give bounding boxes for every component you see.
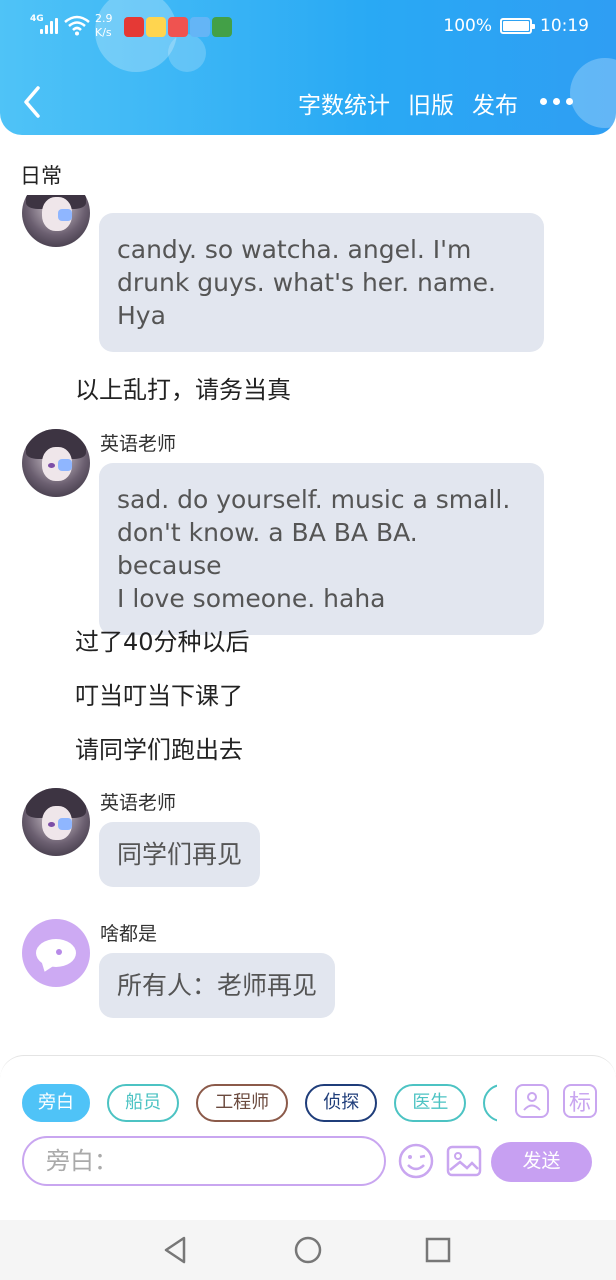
battery-percent: 100% bbox=[443, 16, 492, 36]
decor-bubble bbox=[570, 58, 616, 128]
notification-icons bbox=[124, 17, 232, 37]
avatar[interactable] bbox=[22, 788, 90, 856]
role-chip-crew[interactable]: 船员 bbox=[107, 1084, 180, 1122]
header-actions: 字数统计 旧版 发布 bbox=[298, 86, 518, 120]
role-chip-doctor[interactable]: 医生 bbox=[394, 1084, 467, 1122]
speaker-name: 啥都是 bbox=[100, 923, 158, 945]
narration-line[interactable]: 以上乱打，请务当真 bbox=[75, 370, 291, 405]
app-notification-icon bbox=[124, 17, 144, 37]
nav-home-icon[interactable] bbox=[292, 1234, 324, 1266]
clock: 10:19 bbox=[540, 16, 589, 36]
nav-back-icon[interactable] bbox=[160, 1234, 192, 1266]
message-bubble[interactable]: candy. so watcha. angel. I'm drunk guys.… bbox=[99, 213, 544, 352]
avatar[interactable] bbox=[22, 195, 90, 247]
system-nav-bar bbox=[0, 1220, 616, 1280]
role-selector: 旁白 船员 工程师 侦探 医生 预 bbox=[22, 1084, 497, 1124]
role-chip-narrator[interactable]: 旁白 bbox=[22, 1084, 90, 1122]
word-count-button[interactable]: 字数统计 bbox=[298, 86, 390, 120]
app-notification-icon bbox=[190, 17, 210, 37]
signal-icon bbox=[40, 18, 60, 34]
role-chip-more[interactable]: 预 bbox=[483, 1084, 497, 1122]
message-input[interactable] bbox=[22, 1136, 386, 1186]
app-notification-icon bbox=[168, 17, 188, 37]
image-icon[interactable] bbox=[445, 1142, 483, 1180]
character-manage-button[interactable] bbox=[515, 1084, 549, 1118]
message-bubble[interactable]: sad. do yourself. music a small. don't k… bbox=[99, 463, 544, 635]
emoji-icon[interactable] bbox=[397, 1142, 435, 1180]
status-right: 100% 10:19 bbox=[443, 16, 589, 36]
send-button[interactable]: 发送 bbox=[491, 1142, 592, 1182]
old-version-button[interactable]: 旧版 bbox=[408, 86, 454, 120]
battery-icon bbox=[500, 18, 535, 34]
app-notification-icon bbox=[146, 17, 166, 37]
wifi-icon bbox=[64, 15, 90, 36]
back-arrow-icon[interactable] bbox=[18, 82, 48, 122]
status-bar: 4G 2.9 K/s 100% 10:19 bbox=[0, 0, 616, 56]
input-panel: 旁白 船员 工程师 侦探 医生 预 标 发送 bbox=[0, 1055, 616, 1220]
network-speed: 2.9 K/s bbox=[95, 12, 113, 39]
avatar[interactable] bbox=[22, 429, 90, 497]
section-title: 日常 bbox=[20, 164, 62, 188]
speaker-name: 英语老师 bbox=[100, 792, 177, 814]
publish-button[interactable]: 发布 bbox=[472, 86, 518, 120]
role-chip-engineer[interactable]: 工程师 bbox=[196, 1084, 289, 1122]
message-bubble[interactable]: 所有人：老师再见 bbox=[99, 953, 336, 1018]
narration-line[interactable]: 过了40分种以后 bbox=[75, 622, 250, 657]
narration-line[interactable]: 叮当叮当下课了 bbox=[75, 676, 243, 711]
app-notification-icon bbox=[212, 17, 232, 37]
nav-recents-icon[interactable] bbox=[422, 1234, 454, 1266]
message-bubble[interactable]: 同学们再见 bbox=[99, 822, 261, 887]
more-options-icon[interactable] bbox=[540, 98, 573, 105]
chat-area[interactable]: candy. so watcha. angel. I'm drunk guys.… bbox=[0, 195, 616, 1055]
role-chip-detective[interactable]: 侦探 bbox=[305, 1084, 378, 1122]
app-header: 4G 2.9 K/s 100% 10:19 字数统计 旧版 发布 bbox=[0, 0, 616, 135]
speaker-name: 英语老师 bbox=[100, 433, 177, 455]
person-icon bbox=[523, 1092, 541, 1111]
narration-line[interactable]: 请同学们跑出去 bbox=[75, 730, 243, 765]
avatar[interactable] bbox=[22, 919, 90, 987]
tag-button[interactable]: 标 bbox=[563, 1084, 597, 1118]
